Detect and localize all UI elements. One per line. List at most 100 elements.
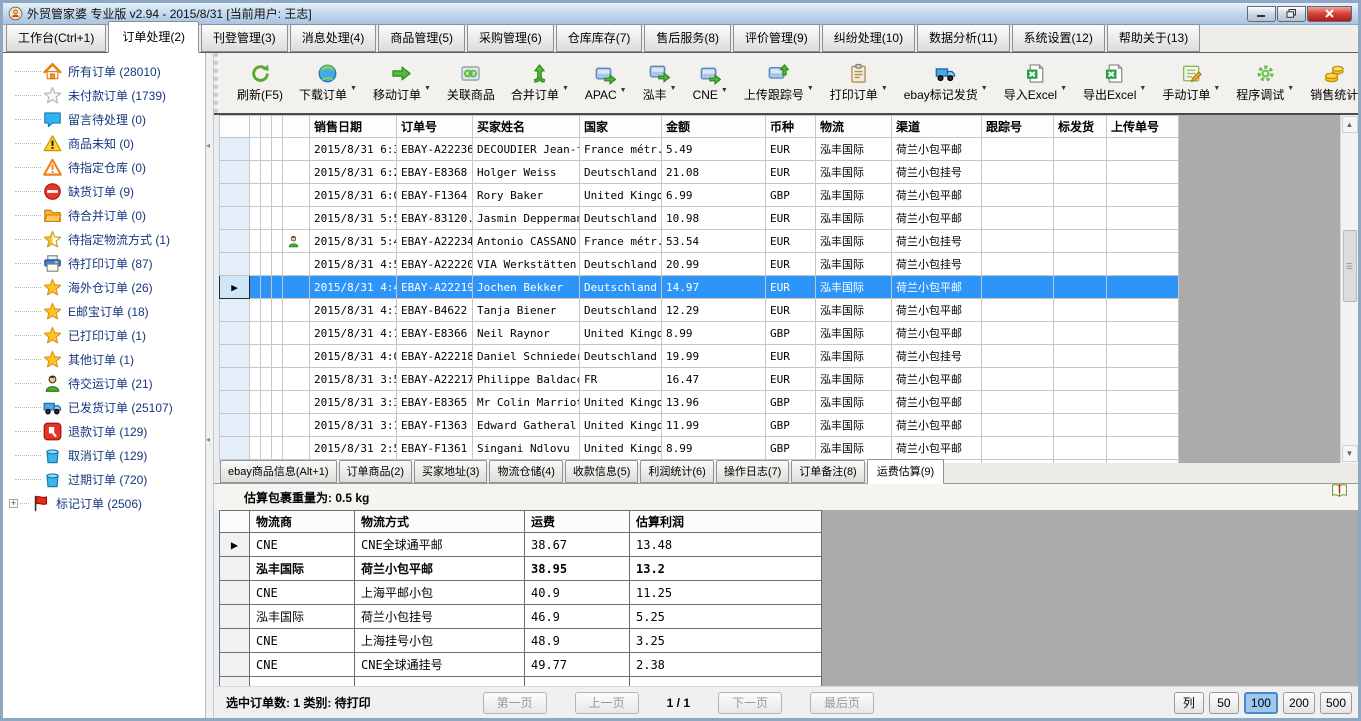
detail-tab-2[interactable]: 订单商品(2) bbox=[339, 460, 412, 483]
sidebar-item-19[interactable]: +标记订单 (2506) bbox=[3, 491, 205, 515]
detail-tab-7[interactable]: 操作日志(7) bbox=[716, 460, 789, 483]
toolbar-button-11[interactable]: ebay标记发货▼ bbox=[897, 61, 995, 105]
toolbar-button-13[interactable]: 导出Excel▼ bbox=[1076, 61, 1153, 105]
orders-col-header-2[interactable] bbox=[250, 116, 261, 138]
toolbar-button-7[interactable]: 泓丰▼ bbox=[636, 61, 684, 105]
toolbar-button-9[interactable]: 上传跟踪号▼ bbox=[737, 61, 821, 105]
order-row[interactable]: 2015/8/31 6:08EBAY-F1364Rory BakerUnited… bbox=[220, 184, 1179, 207]
toolbar-button-6[interactable]: APAC▼ bbox=[578, 63, 634, 104]
orders-col-header-16[interactable]: 上传单号 bbox=[1107, 116, 1179, 138]
next-page-button[interactable]: 下一页 bbox=[718, 692, 782, 714]
sidebar-splitter[interactable]: ◂◂ bbox=[206, 53, 214, 718]
sidebar-item-4[interactable]: 商品未知 (0) bbox=[3, 131, 205, 155]
dropdown-caret-icon[interactable]: ▼ bbox=[721, 87, 728, 94]
sidebar-item-7[interactable]: 待合并订单 (0) bbox=[3, 203, 205, 227]
sidebar-item-5[interactable]: 待指定仓库 (0) bbox=[3, 155, 205, 179]
shipping-col-header-4[interactable]: 运费 bbox=[525, 511, 630, 533]
toolbar-button-3[interactable]: 移动订单▼ bbox=[366, 61, 438, 105]
order-row[interactable]: 2015/8/31 6:28EBAY-E8368Holger WeissDeut… bbox=[220, 161, 1179, 184]
expand-icon[interactable]: + bbox=[9, 499, 18, 508]
menu-tab-7[interactable]: 仓库库存(7) bbox=[556, 24, 643, 52]
shipping-col-header-1[interactable] bbox=[220, 511, 250, 533]
orders-col-header-11[interactable]: 币种 bbox=[766, 116, 816, 138]
order-row[interactable]: 2015/8/31 4:00EBAY-A22218Daniel Schniede… bbox=[220, 345, 1179, 368]
toolbar-button-14[interactable]: 手动订单▼ bbox=[1155, 61, 1227, 105]
menu-tab-10[interactable]: 纠纷处理(10) bbox=[822, 24, 915, 52]
menu-tab-6[interactable]: 采购管理(6) bbox=[467, 24, 554, 52]
order-row[interactable]: 2015/8/31 4:53EBAY-A22220VIA Werkstätten… bbox=[220, 253, 1179, 276]
dropdown-caret-icon[interactable]: ▼ bbox=[424, 85, 431, 92]
sidebar-item-6[interactable]: 缺货订单 (9) bbox=[3, 179, 205, 203]
detail-tab-3[interactable]: 买家地址(3) bbox=[414, 460, 487, 483]
orders-scrollbar[interactable]: ▲ ☰ ▼ bbox=[1340, 115, 1358, 463]
sidebar-item-12[interactable]: 已打印订单 (1) bbox=[3, 323, 205, 347]
dropdown-caret-icon[interactable]: ▼ bbox=[670, 85, 677, 92]
page-size-button-500[interactable]: 500 bbox=[1320, 692, 1352, 714]
orders-col-header-14[interactable]: 跟踪号 bbox=[982, 116, 1054, 138]
orders-col-header-12[interactable]: 物流 bbox=[816, 116, 892, 138]
orders-col-header-5[interactable] bbox=[283, 116, 310, 138]
menu-tab-8[interactable]: 售后服务(8) bbox=[644, 24, 731, 52]
menu-tab-4[interactable]: 消息处理(4) bbox=[290, 24, 377, 52]
dropdown-caret-icon[interactable]: ▼ bbox=[881, 85, 888, 92]
toolbar-button-8[interactable]: CNE▼ bbox=[686, 63, 735, 104]
menu-tab-5[interactable]: 商品管理(5) bbox=[378, 24, 465, 52]
menu-tab-2[interactable]: 订单处理(2) bbox=[108, 21, 199, 53]
menu-tab-9[interactable]: 评价管理(9) bbox=[733, 24, 820, 52]
detail-tab-4[interactable]: 物流仓储(4) bbox=[489, 460, 562, 483]
shipping-row[interactable]: CNE上海平邮小包40.911.25 bbox=[220, 581, 822, 605]
detail-tab-1[interactable]: ebay商品信息(Alt+1) bbox=[220, 460, 337, 483]
orders-col-header-1[interactable] bbox=[220, 116, 250, 138]
orders-col-header-9[interactable]: 国家 bbox=[580, 116, 662, 138]
menu-tab-1[interactable]: 工作台(Ctrl+1) bbox=[6, 24, 106, 52]
dropdown-caret-icon[interactable]: ▼ bbox=[620, 87, 627, 94]
detail-tab-5[interactable]: 收款信息(5) bbox=[565, 460, 638, 483]
sidebar-item-9[interactable]: 待打印订单 (87) bbox=[3, 251, 205, 275]
dropdown-caret-icon[interactable]: ▼ bbox=[1060, 85, 1067, 92]
shipping-row[interactable]: CNECNE全球通挂号49.772.38 bbox=[220, 653, 822, 677]
dropdown-caret-icon[interactable]: ▼ bbox=[562, 85, 569, 92]
sidebar-item-10[interactable]: 海外仓订单 (26) bbox=[3, 275, 205, 299]
last-page-button[interactable]: 最后页 bbox=[810, 692, 874, 714]
toolbar-button-15[interactable]: 程序调试▼ bbox=[1229, 61, 1301, 105]
page-size-button-50[interactable]: 50 bbox=[1209, 692, 1239, 714]
sidebar-item-1[interactable]: 所有订单 (28010) bbox=[3, 59, 205, 83]
menu-tab-13[interactable]: 帮助关于(13) bbox=[1107, 24, 1200, 52]
toolbar-button-12[interactable]: 导入Excel▼ bbox=[997, 61, 1074, 105]
order-row[interactable]: 2015/8/31 5:59EBAY-83120...Jasmin Depper… bbox=[220, 207, 1179, 230]
shipping-row[interactable]: 泓丰国际荷兰小包挂号46.95.25 bbox=[220, 605, 822, 629]
toolbar-button-1[interactable]: 刷新(F5) bbox=[230, 61, 290, 105]
orders-col-header-4[interactable] bbox=[272, 116, 283, 138]
page-size-button-200[interactable]: 200 bbox=[1283, 692, 1315, 714]
menu-tab-12[interactable]: 系统设置(12) bbox=[1012, 24, 1105, 52]
orders-col-header-6[interactable]: 销售日期 bbox=[310, 116, 397, 138]
prev-page-button[interactable]: 上一页 bbox=[575, 692, 639, 714]
dropdown-caret-icon[interactable]: ▼ bbox=[981, 85, 988, 92]
dropdown-caret-icon[interactable]: ▼ bbox=[1139, 85, 1146, 92]
shipping-row[interactable] bbox=[220, 677, 822, 687]
sidebar-item-3[interactable]: 留言待处理 (0) bbox=[3, 107, 205, 131]
order-row[interactable]: 2015/8/31 3:18EBAY-F1363Edward GatheralU… bbox=[220, 414, 1179, 437]
sidebar-item-13[interactable]: 其他订单 (1) bbox=[3, 347, 205, 371]
restore-button[interactable] bbox=[1277, 6, 1306, 22]
detail-tab-6[interactable]: 利润统计(6) bbox=[640, 460, 713, 483]
order-row[interactable]: 2015/8/31 2:55EBAY-F1361Singani NdlovuUn… bbox=[220, 437, 1179, 460]
toolbar-overflow-icon[interactable]: ▼ bbox=[1346, 93, 1354, 102]
toolbar-button-2[interactable]: 下载订单▼ bbox=[292, 61, 364, 105]
toolbar-button-4[interactable]: 关联商品 bbox=[440, 61, 502, 105]
sidebar-item-14[interactable]: 待交运订单 (21) bbox=[3, 371, 205, 395]
minimize-button[interactable] bbox=[1247, 6, 1276, 22]
orders-col-header-10[interactable]: 金额 bbox=[662, 116, 766, 138]
order-row[interactable]: 2015/8/31 4:16EBAY-B4622Tanja BienerDeut… bbox=[220, 299, 1179, 322]
sidebar-item-17[interactable]: 取消订单 (129) bbox=[3, 443, 205, 467]
shipping-row[interactable]: CNE上海挂号小包48.93.25 bbox=[220, 629, 822, 653]
orders-col-header-7[interactable]: 订单号 bbox=[397, 116, 473, 138]
page-size-button-列[interactable]: 列 bbox=[1174, 692, 1204, 714]
order-row[interactable]: 2015/8/31 3:30EBAY-E8365Mr Colin Marriot… bbox=[220, 391, 1179, 414]
menu-tab-3[interactable]: 刊登管理(3) bbox=[201, 24, 288, 52]
order-row[interactable]: ▶2015/8/31 4:46EBAY-A22219Jochen BekkerD… bbox=[220, 276, 1179, 299]
menu-tab-11[interactable]: 数据分析(11) bbox=[917, 24, 1009, 52]
shipping-row[interactable]: ▶CNECNE全球通平邮38.6713.48 bbox=[220, 533, 822, 557]
book-icon[interactable] bbox=[1331, 482, 1348, 499]
shipping-col-header-3[interactable]: 物流方式 bbox=[355, 511, 525, 533]
